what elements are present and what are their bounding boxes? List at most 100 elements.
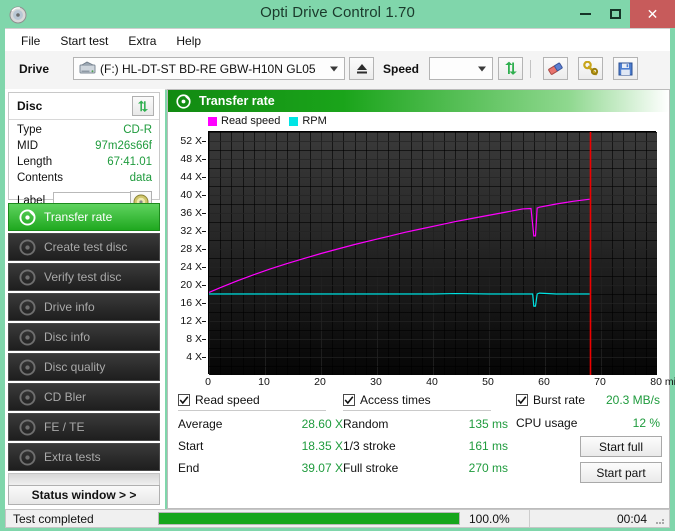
chart-y-tick (202, 339, 206, 340)
erase-button[interactable] (543, 57, 568, 80)
start-full-button[interactable]: Start full (580, 436, 662, 457)
disc-info-rows: Type CD-R MID 97m26s66f Length 67:41.01 … (9, 120, 159, 188)
chart-y-axis: 4 X8 X12 X16 X20 X24 X28 X32 X36 X40 X44… (168, 131, 206, 374)
eject-icon (355, 62, 369, 75)
stat-row-end: End 39.07 X (178, 459, 343, 481)
legend-swatch-rpm (289, 117, 298, 126)
toolbar: Drive (F:) HL-DT-ST BD-RE GBW-H10N GL05 … (5, 51, 670, 90)
toolbar-separator (530, 60, 531, 78)
disc-info-title: Disc (17, 99, 42, 113)
stat-value: 161 ms (469, 439, 508, 453)
disc-active-icon (16, 208, 38, 226)
disc-row-type: Type CD-R (17, 124, 152, 140)
divider (343, 410, 491, 411)
check-icon (179, 395, 189, 405)
status-window-button[interactable]: Status window > > (8, 485, 160, 505)
refresh-icon (136, 100, 150, 113)
access-times-stats: Access times Random 135 ms 1/3 stroke 16… (343, 390, 508, 481)
stat-key: Start (178, 439, 203, 453)
disc-icon (16, 238, 38, 256)
chart-y-tick-label: 12 X (180, 315, 202, 327)
disc-icon (16, 448, 38, 466)
chart-x-tick-label: 20 (314, 376, 326, 388)
stat-row-random: Random 135 ms (343, 415, 508, 437)
refresh-button[interactable] (498, 57, 523, 80)
save-button[interactable] (613, 57, 638, 80)
left-panel: Disc Type CD-R MID 97m26s66f (5, 89, 165, 509)
maximize-button[interactable] (600, 0, 630, 28)
chart-plot-area (208, 131, 656, 374)
menu-bar: File Start test Extra Help (5, 28, 670, 52)
stat-value: 28.60 X (302, 417, 343, 431)
chart-y-tick (202, 267, 206, 268)
sidebar-item-drive-info[interactable]: Drive info (8, 293, 160, 321)
resize-grip[interactable] (654, 513, 666, 525)
tools-icon (583, 61, 599, 76)
sidebar-item-disc-quality[interactable]: Disc quality (8, 353, 160, 381)
eject-button[interactable] (349, 57, 374, 80)
chart-x-tick-label: 80 min (650, 376, 675, 388)
speed-select[interactable] (429, 57, 493, 80)
burst-rate-checkbox-row[interactable]: Burst rate 20.3 MB/s (516, 390, 662, 410)
sidebar-item-disc-info[interactable]: Disc info (8, 323, 160, 351)
read-speed-checkbox[interactable] (178, 394, 190, 406)
disc-row-key: Length (17, 156, 52, 168)
sidebar-item-label: FE / TE (44, 420, 84, 434)
disc-row-length: Length 67:41.01 (17, 156, 152, 172)
menu-item-start-test[interactable]: Start test (52, 32, 116, 50)
stat-value: 12 % (633, 416, 660, 430)
progress-bar-fill (159, 513, 459, 524)
sidebar-item-label: Create test disc (44, 240, 127, 254)
maximize-icon (610, 9, 621, 19)
read-speed-stats: Read speed Average 28.60 X Start 18.35 X… (178, 390, 343, 481)
chart-y-tick-label: 8 X (186, 333, 202, 345)
chart-y-tick-label: 48 X (180, 153, 202, 165)
chart-y-tick-label: 24 X (180, 261, 202, 273)
chart-x-tick-label: 50 (482, 376, 494, 388)
test-nav-list: Transfer rate Create test disc (8, 203, 160, 489)
speed-label: Speed (383, 62, 419, 76)
menu-item-help[interactable]: Help (168, 32, 209, 50)
stat-key: Random (343, 417, 388, 431)
progress-bar (158, 512, 460, 525)
check-icon (517, 395, 527, 405)
sidebar-item-create-test-disc[interactable]: Create test disc (8, 233, 160, 261)
start-part-button[interactable]: Start part (580, 462, 662, 483)
menu-item-extra[interactable]: Extra (120, 32, 164, 50)
read-speed-checkbox-row[interactable]: Read speed (178, 390, 343, 410)
disc-row-key: MID (17, 140, 38, 152)
tools-button[interactable] (578, 57, 603, 80)
minimize-button[interactable] (570, 0, 600, 28)
chart-y-tick (202, 285, 206, 286)
save-icon (618, 62, 633, 76)
chart-y-tick (202, 141, 206, 142)
disc-refresh-button[interactable] (132, 96, 154, 116)
chart-y-tick-label: 28 X (180, 243, 202, 255)
access-times-checkbox-row[interactable]: Access times (343, 390, 508, 410)
disc-icon (16, 268, 38, 286)
access-times-checkbox[interactable] (343, 394, 355, 406)
chart-y-tick (202, 231, 206, 232)
chart-y-tick-label: 52 X (180, 135, 202, 147)
erase-icon (547, 62, 564, 76)
app-window: Opti Drive Control 1.70 ✕ File Start tes… (0, 0, 675, 531)
burst-rate-checkbox[interactable] (516, 394, 528, 406)
sidebar-item-verify-test-disc[interactable]: Verify test disc (8, 263, 160, 291)
sidebar-item-extra-tests[interactable]: Extra tests (8, 443, 160, 471)
menu-item-file[interactable]: File (13, 32, 48, 50)
sidebar-item-label: CD Bler (44, 390, 86, 404)
refresh-icon (503, 61, 519, 76)
close-button[interactable]: ✕ (630, 0, 675, 28)
minimize-icon (580, 13, 591, 15)
sidebar-item-cd-bler[interactable]: CD Bler (8, 383, 160, 411)
chart-y-tick (202, 177, 206, 178)
sidebar-item-fe-te[interactable]: FE / TE (8, 413, 160, 441)
drive-select[interactable]: (F:) HL-DT-ST BD-RE GBW-H10N GL05 (73, 57, 345, 80)
stat-row-cpu-usage: CPU usage 12 % (516, 414, 662, 436)
status-bar: Test completed 100.0% 00:04 (5, 509, 670, 528)
stat-value: 270 ms (469, 461, 508, 475)
chart-y-tick-label: 36 X (180, 207, 202, 219)
sidebar-item-transfer-rate[interactable]: Transfer rate (8, 203, 160, 231)
drive-select-value: (F:) HL-DT-ST BD-RE GBW-H10N GL05 (74, 62, 316, 76)
disc-row-mid: MID 97m26s66f (17, 140, 152, 156)
